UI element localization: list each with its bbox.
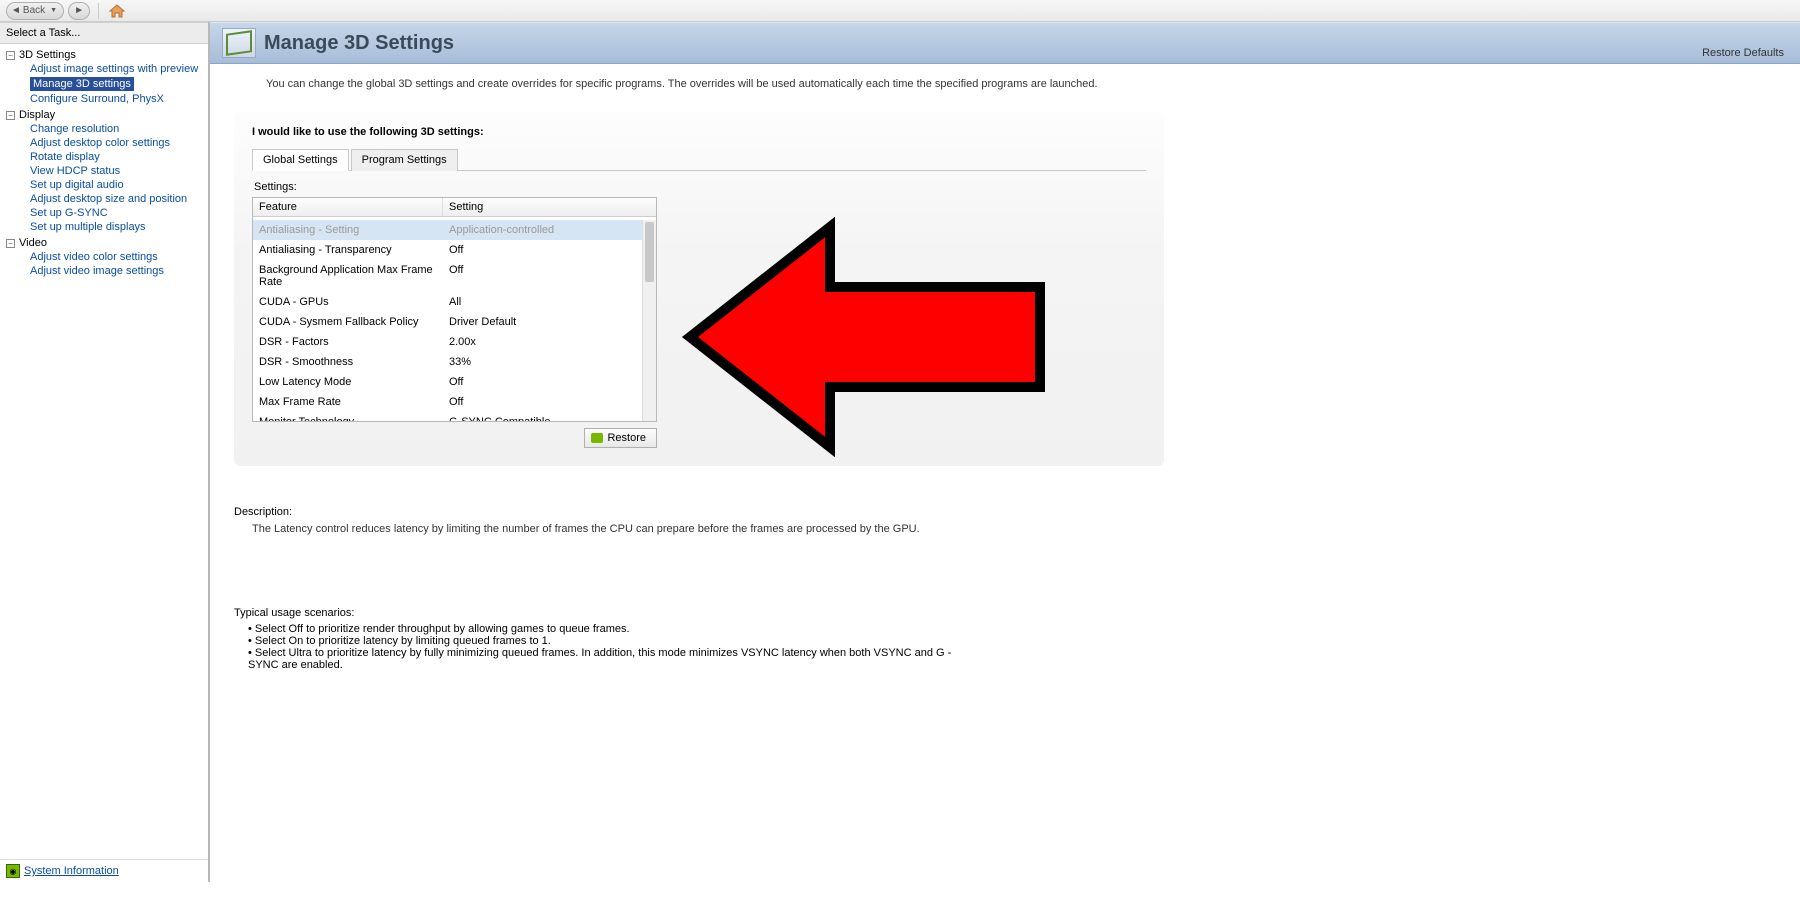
settings-table-body[interactable]: Antialiasing - SettingApplication-contro…	[253, 220, 642, 421]
settings-row[interactable]: Low Latency ModeOff	[253, 372, 642, 392]
tree-group-video[interactable]: −Video	[6, 236, 208, 250]
collapse-icon[interactable]: −	[6, 239, 15, 248]
tree-item-adjust-desktop-color-settings[interactable]: Adjust desktop color settings	[6, 136, 208, 150]
page-header: Manage 3D Settings Restore Defaults	[210, 22, 1800, 64]
setting-cell: Off	[443, 393, 642, 411]
tree-item-adjust-desktop-size-and-position[interactable]: Adjust desktop size and position	[6, 192, 208, 206]
collapse-icon[interactable]: −	[6, 51, 15, 60]
description-label: Description:	[234, 506, 954, 518]
dropdown-icon: ▼	[50, 7, 57, 14]
tree-item-view-hdcp-status[interactable]: View HDCP status	[6, 164, 208, 178]
settings-row[interactable]: CUDA - Sysmem Fallback PolicyDriver Defa…	[253, 312, 642, 332]
setting-cell: All	[443, 293, 642, 311]
setting-cell: Off	[443, 373, 642, 391]
sidebar-header: Select a Task...	[0, 22, 208, 44]
back-button[interactable]: ◄ Back ▼	[6, 2, 64, 20]
feature-cell: Antialiasing - Setting	[253, 221, 443, 239]
forward-button[interactable]: ►	[68, 2, 90, 20]
tab-global-settings[interactable]: Global Settings	[252, 149, 349, 171]
tree-item-change-resolution[interactable]: Change resolution	[6, 122, 208, 136]
settings-row[interactable]: Background Application Max Frame RateOff	[253, 260, 642, 292]
description-text: The Latency control reduces latency by l…	[252, 522, 954, 537]
page-title: Manage 3D Settings	[264, 32, 454, 55]
tree-item-configure-surround-physx[interactable]: Configure Surround, PhysX	[6, 92, 208, 106]
setting-cell: 2.00x	[443, 333, 642, 351]
scrollbar[interactable]	[642, 220, 656, 421]
tree-item-adjust-video-image-settings[interactable]: Adjust video image settings	[6, 264, 208, 278]
nvidia-icon	[591, 433, 603, 443]
tree-group-3d-settings[interactable]: −3D Settings	[6, 48, 208, 62]
panel-heading: I would like to use the following 3D set…	[252, 126, 1146, 138]
feature-cell: CUDA - GPUs	[253, 293, 443, 311]
setting-cell: Off	[443, 241, 642, 259]
tree-group-label: Video	[19, 237, 47, 249]
scenarios-label: Typical usage scenarios:	[234, 607, 954, 619]
feature-cell: Max Frame Rate	[253, 393, 443, 411]
scenario-item: Select Ultra to prioritize latency by fu…	[248, 647, 954, 671]
task-tree: −3D SettingsAdjust image settings with p…	[0, 44, 208, 859]
feature-cell: DSR - Smoothness	[253, 353, 443, 371]
scenario-item: Select Off to prioritize render throughp…	[248, 623, 954, 635]
settings-table-header: Feature Setting	[253, 198, 656, 217]
back-arrow-icon: ◄	[11, 5, 21, 16]
feature-cell: CUDA - Sysmem Fallback Policy	[253, 313, 443, 331]
restore-defaults-link[interactable]: Restore Defaults	[1702, 47, 1784, 59]
setting-cell: 33%	[443, 353, 642, 371]
setting-cell: Application-controlled	[443, 221, 642, 239]
setting-cell: G-SYNC Compatible	[443, 413, 642, 421]
tree-item-set-up-g-sync[interactable]: Set up G-SYNC	[6, 206, 208, 220]
scenarios-section: Typical usage scenarios: Select Off to p…	[234, 607, 954, 671]
back-label: Back	[23, 5, 45, 16]
feature-cell: DSR - Factors	[253, 333, 443, 351]
scenarios-list: Select Off to prioritize render throughp…	[248, 623, 954, 671]
home-icon	[109, 4, 125, 18]
sidebar: Select a Task... −3D SettingsAdjust imag…	[0, 22, 210, 882]
tree-item-set-up-digital-audio[interactable]: Set up digital audio	[6, 178, 208, 192]
system-information-row: ◉ System Information	[0, 859, 208, 882]
column-feature[interactable]: Feature	[253, 198, 443, 216]
tree-item-rotate-display[interactable]: Rotate display	[6, 150, 208, 164]
settings-panel: I would like to use the following 3D set…	[234, 112, 1164, 466]
settings-row[interactable]: DSR - Factors2.00x	[253, 332, 642, 352]
intro-text: You can change the global 3D settings an…	[210, 64, 1800, 90]
settings-row[interactable]: CUDA - GPUsAll	[253, 292, 642, 312]
settings-row[interactable]: Max Frame RateOff	[253, 392, 642, 412]
tree-item-adjust-image-settings-with-preview[interactable]: Adjust image settings with preview	[6, 62, 208, 76]
tree-group-display[interactable]: −Display	[6, 108, 208, 122]
forward-arrow-icon: ►	[74, 5, 84, 16]
feature-cell: Low Latency Mode	[253, 373, 443, 391]
feature-cell: Antialiasing - Transparency	[253, 241, 443, 259]
restore-button-label: Restore	[607, 432, 646, 444]
settings-label: Settings:	[254, 181, 1146, 193]
feature-cell: Background Application Max Frame Rate	[253, 261, 443, 291]
scrollbar-thumb[interactable]	[645, 222, 654, 282]
system-information-link[interactable]: System Information	[24, 865, 119, 877]
setting-cell: Off	[443, 261, 642, 291]
feature-cell: Monitor Technology	[253, 413, 443, 421]
settings-row[interactable]: Monitor TechnologyG-SYNC Compatible	[253, 412, 642, 421]
settings-row[interactable]: Antialiasing - SettingApplication-contro…	[253, 220, 642, 240]
toolbar-separator	[98, 3, 99, 19]
home-button[interactable]	[107, 2, 127, 20]
header-logo-icon	[222, 28, 256, 58]
tab-program-settings[interactable]: Program Settings	[351, 149, 458, 171]
toolbar: ◄ Back ▼ ►	[0, 0, 1800, 22]
tabs: Global Settings Program Settings	[252, 148, 1146, 171]
tree-item-adjust-video-color-settings[interactable]: Adjust video color settings	[6, 250, 208, 264]
tree-group-label: 3D Settings	[19, 49, 76, 61]
nvidia-icon: ◉	[6, 864, 20, 878]
collapse-icon[interactable]: −	[6, 111, 15, 120]
settings-row[interactable]: Antialiasing - TransparencyOff	[253, 240, 642, 260]
tree-item-set-up-multiple-displays[interactable]: Set up multiple displays	[6, 220, 208, 234]
settings-table: Feature Setting Antialiasing - SettingAp…	[252, 197, 657, 422]
tree-group-label: Display	[19, 109, 55, 121]
scenario-item: Select On to prioritize latency by limit…	[248, 635, 954, 647]
setting-cell: Driver Default	[443, 313, 642, 331]
column-setting[interactable]: Setting	[443, 198, 656, 216]
tree-item-manage-3d-settings[interactable]: Manage 3D settings	[30, 77, 134, 91]
settings-row[interactable]: DSR - Smoothness33%	[253, 352, 642, 372]
restore-button[interactable]: Restore	[584, 428, 657, 448]
description-section: Description: The Latency control reduces…	[234, 506, 954, 671]
content: Manage 3D Settings Restore Defaults You …	[210, 22, 1800, 882]
